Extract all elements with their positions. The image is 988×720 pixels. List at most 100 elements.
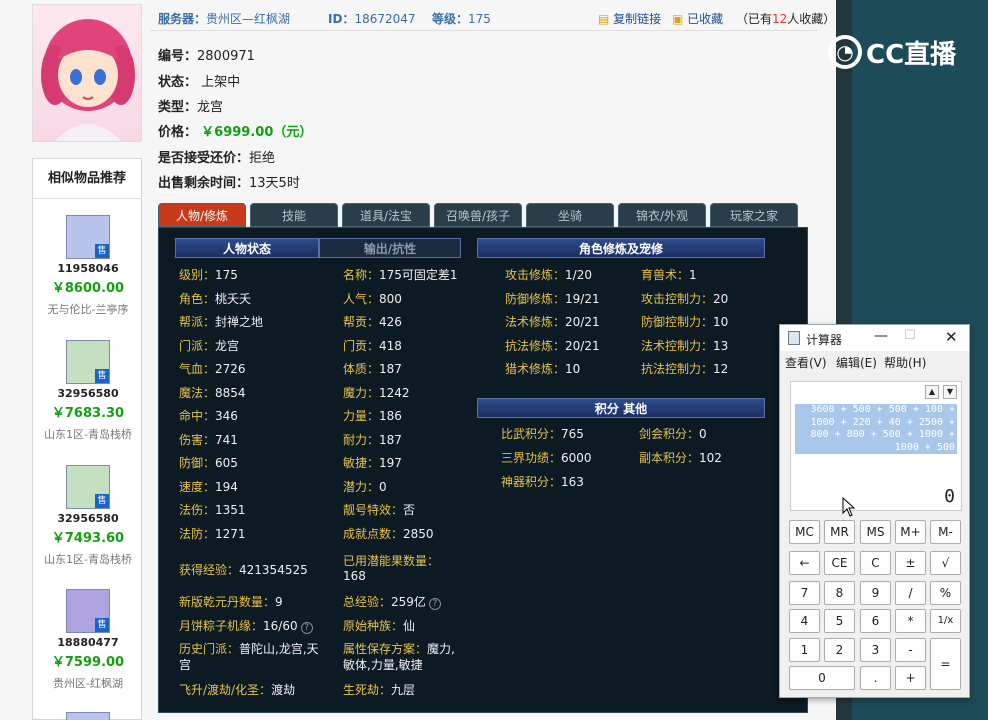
calc-key[interactable]: MR [824, 520, 855, 544]
copy-link-button[interactable]: ▤ 复制链接 [598, 10, 661, 27]
stat-value: 194 [215, 479, 238, 494]
calc-key[interactable]: ± [895, 551, 926, 575]
similar-item[interactable]: 售 11958046 ￥8600.00 无与伦比-兰亭序 [33, 215, 143, 317]
tab-items[interactable]: 道具/法宝 [342, 203, 430, 227]
favorite-button[interactable]: ▣ 已收藏 [672, 10, 723, 27]
stat-value: 418 [379, 338, 402, 353]
stat-value: 13 [713, 338, 729, 353]
minimize-icon[interactable]: — [874, 328, 888, 344]
avatar-image [41, 19, 135, 141]
stat-value: 741 [215, 432, 238, 447]
calc-key[interactable]: 1 [789, 638, 820, 662]
calc-key[interactable]: / [895, 581, 926, 605]
calc-key[interactable]: = [930, 638, 961, 690]
calc-key[interactable]: . [860, 666, 891, 690]
qianyuan-value: 9 [275, 595, 283, 609]
price-label: 价格： [158, 125, 198, 140]
cultivation-row: 攻击控制力：20 [641, 290, 728, 307]
stat-value: 426 [379, 315, 402, 329]
stat-label: 神器积分： [501, 475, 562, 489]
calc-key[interactable]: MS [860, 520, 891, 544]
item-id: 32956580 [57, 512, 119, 525]
tab-skills[interactable]: 技能 [250, 203, 338, 227]
calc-key[interactable]: 0 [789, 666, 855, 690]
menu-view[interactable]: 查看(V) [785, 354, 827, 371]
calc-key[interactable]: CE [824, 551, 855, 575]
price-value: ￥6999.00（元） [201, 125, 313, 140]
stat-label: 门派： [179, 338, 216, 353]
brand-logo: ◔ CC直播 [828, 30, 968, 74]
calc-key[interactable]: 1/x [930, 609, 961, 633]
stat-label: 人气： [343, 291, 380, 306]
level-value: 175 [468, 12, 491, 26]
calc-key[interactable]: √ [930, 551, 961, 575]
calc-key[interactable]: + [895, 666, 926, 690]
similar-item[interactable] [33, 712, 143, 720]
scroll-up-icon[interactable]: ▲ [925, 385, 939, 399]
calc-key[interactable]: M- [930, 520, 961, 544]
calc-key[interactable]: 8 [824, 581, 855, 605]
stat-label: 帮贡： [343, 315, 380, 329]
sale-tag: 售 [95, 244, 109, 258]
stat-label: 抗法修炼： [505, 338, 566, 353]
favorite-count: （已有12人收藏） [736, 10, 835, 27]
stat-value: 187 [379, 432, 402, 447]
similar-item[interactable]: 售 32956580 ￥7493.60 山东1区-青岛栈桥 [33, 465, 143, 567]
stat-label: 级别： [179, 268, 216, 282]
calculator-titlebar[interactable]: 计算器 — ☐ ✕ [780, 325, 969, 351]
bargain-value: 拒绝 [249, 151, 276, 166]
calculator-display: ▲ ▼ 3600 + 500 + 500 + 100 + 1000 + 220 … [790, 381, 962, 511]
output-header[interactable]: 输出/抗性 [319, 238, 461, 258]
bargain-label: 是否接受还价： [158, 151, 250, 166]
calc-key[interactable]: % [930, 581, 961, 605]
stat-row: 门派：龙宫 [179, 337, 239, 354]
calc-key[interactable]: - [895, 638, 926, 662]
tab-home[interactable]: 玩家之家 [710, 203, 798, 227]
tab-character[interactable]: 人物/修炼 [158, 203, 246, 227]
tab-outfits[interactable]: 锦衣/外观 [618, 203, 706, 227]
stat-label: 育兽术： [641, 268, 690, 282]
calc-key[interactable]: MC [789, 520, 820, 544]
expression-line: 3600 + 500 + 500 + 100 + [810, 404, 956, 415]
total-exp-value: 259亿 [391, 595, 426, 609]
calc-key[interactable]: 9 [860, 581, 891, 605]
stat-row: 敏捷：197 [343, 454, 402, 471]
history-row: 历史门派：普陀山,龙宫,天宫 [179, 641, 327, 673]
similar-items-sidebar: 相似物品推荐 售 11958046 ￥8600.00 无与伦比-兰亭序 售 32… [32, 158, 142, 720]
calc-key[interactable]: M+ [895, 520, 926, 544]
calc-key[interactable]: 3 [860, 638, 891, 662]
tab-summons[interactable]: 召唤兽/孩子 [434, 203, 522, 227]
scroll-down-icon[interactable]: ▼ [943, 385, 957, 399]
stat-row: 伤害：741 [179, 431, 238, 448]
brand-icon: ◔ [828, 35, 862, 69]
status-header[interactable]: 人物状态 [175, 238, 319, 258]
cultivation-row: 抗法修炼：20/21 [505, 337, 600, 354]
calc-key[interactable]: 2 [824, 638, 855, 662]
calc-key[interactable]: 7 [789, 581, 820, 605]
similar-item[interactable]: 售 32956580 ￥7683.30 山东1区-青岛栈桥 [33, 340, 143, 442]
type-value: 龙宫 [197, 100, 224, 115]
similar-item[interactable]: 售 18880477 ￥7599.00 贵州区-红枫湖 [33, 589, 143, 691]
help-icon[interactable]: ? [428, 598, 441, 610]
stat-label: 命中： [179, 409, 216, 423]
menu-edit[interactable]: 编辑(E) [836, 354, 877, 371]
maximize-icon[interactable]: ☐ [904, 328, 916, 343]
zongzi-row: 月饼粽子机缘：16/60? [179, 617, 313, 634]
calc-key[interactable]: 5 [824, 609, 855, 633]
used-fruit-value: 168 [343, 569, 366, 583]
calc-key[interactable]: ← [789, 551, 820, 575]
calc-key[interactable]: C [860, 551, 891, 575]
cultivation-row: 猎术修炼：10 [505, 360, 580, 377]
close-icon[interactable]: ✕ [945, 328, 958, 346]
stat-label: 三界功绩： [501, 451, 562, 465]
stat-label: 成就点数： [343, 526, 404, 541]
calc-key[interactable]: * [895, 609, 926, 633]
help-icon[interactable]: ? [300, 622, 313, 634]
calculator-expression: 3600 + 500 + 500 + 100 + 1000 + 220 + 40… [795, 404, 957, 454]
calc-key[interactable]: 4 [789, 609, 820, 633]
tab-mounts[interactable]: 坐骑 [526, 203, 614, 227]
menu-help[interactable]: 帮助(H) [884, 354, 926, 371]
stat-value: 8854 [215, 385, 246, 400]
favorite-icon: ▣ [672, 12, 684, 26]
calc-key[interactable]: 6 [860, 609, 891, 633]
